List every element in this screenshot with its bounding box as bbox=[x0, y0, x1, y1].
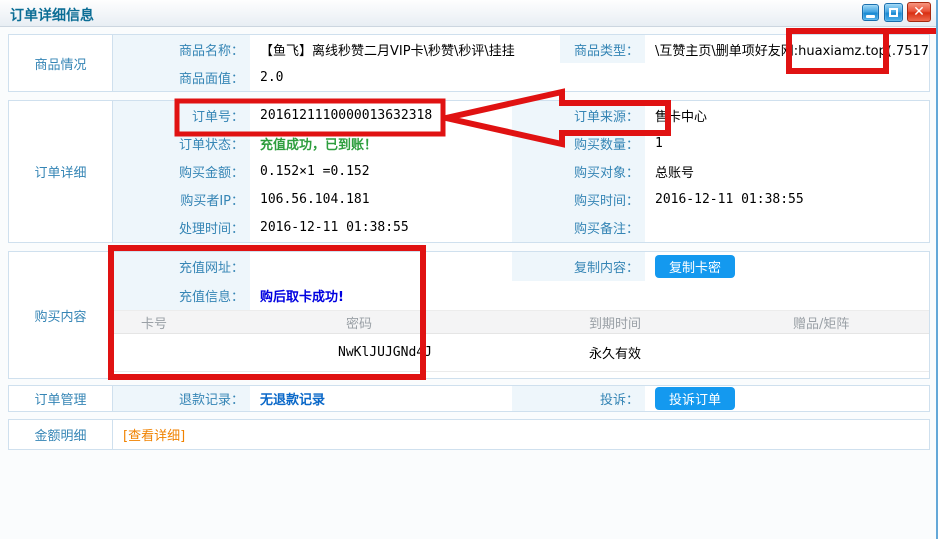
section-order-manage: 订单管理 退款记录： 无退款记录 投诉： 投诉订单 bbox=[8, 385, 930, 412]
buy-amount-value: 0.152×1 =0.152 bbox=[250, 164, 512, 179]
product-type-value: \互赞主页\删单项好友网:huaxiamz.top(.7517 bbox=[645, 40, 929, 59]
buy-qty-value: 1 bbox=[645, 136, 929, 151]
section-order-detail: 订单详细 订单号： 2016121110000013632318 订单来源： 售… bbox=[8, 100, 930, 243]
order-no-label: 订单号： bbox=[113, 101, 250, 129]
section-amount-detail: 金额明细 [查看详细] bbox=[8, 419, 930, 450]
product-face-value: 2.0 bbox=[250, 70, 929, 85]
buy-amount-label: 购买金额： bbox=[113, 157, 250, 185]
order-no-value: 2016121110000013632318 bbox=[250, 108, 512, 123]
buy-time-label: 购买时间： bbox=[512, 186, 645, 214]
recharge-url-label: 充值网址： bbox=[113, 252, 250, 281]
order-source-value: 售卡中心 bbox=[645, 106, 929, 125]
buy-time-value: 2016-12-11 01:38:55 bbox=[645, 192, 929, 207]
copy-content-label: 复制内容： bbox=[512, 252, 645, 281]
process-time-value: 2016-12-11 01:38:55 bbox=[250, 220, 512, 235]
section-manage-label: 订单管理 bbox=[9, 386, 113, 411]
buy-remark-label: 购买备注： bbox=[512, 214, 645, 242]
product-type-label: 商品类型： bbox=[560, 35, 645, 63]
section-amount-label: 金额明细 bbox=[9, 420, 113, 449]
gift-header: 赠品/矩阵 bbox=[765, 313, 929, 332]
section-purchase-label: 购买内容 bbox=[9, 252, 113, 378]
window-title: 订单详细信息 bbox=[10, 5, 94, 25]
section-order-label: 订单详细 bbox=[9, 101, 113, 242]
refund-record-value: 无退款记录 bbox=[250, 389, 512, 408]
order-status-value: 充值成功，已到账！ bbox=[250, 134, 512, 153]
maximize-icon bbox=[889, 8, 898, 17]
complaint-label: 投诉： bbox=[512, 386, 645, 411]
card-table-header: 卡号 密码 到期时间 赠品/矩阵 bbox=[113, 310, 929, 334]
close-button[interactable]: ✕ bbox=[907, 2, 931, 22]
recharge-info-label: 充值信息： bbox=[113, 281, 250, 310]
password-cell: NwKlJUJGNd4J bbox=[318, 345, 561, 360]
section-product: 商品情况 商品名称： 【鱼飞】离线秒赞二月VIP卡\秒赞\秒评\挂挂 商品类型：… bbox=[8, 34, 930, 92]
maximize-button[interactable] bbox=[884, 3, 903, 22]
buy-qty-label: 购买数量： bbox=[512, 129, 645, 157]
recharge-info-value: 购后取卡成功! bbox=[250, 286, 929, 305]
section-purchase-content: 购买内容 充值网址： 复制内容： 复制卡密 充值信息： 购后取卡成功! 卡号 密… bbox=[8, 251, 930, 379]
order-source-label: 订单来源： bbox=[512, 101, 645, 129]
section-product-label: 商品情况 bbox=[9, 35, 113, 91]
copy-card-button[interactable]: 复制卡密 bbox=[655, 255, 735, 278]
buy-target-value: 总账号 bbox=[645, 162, 929, 181]
minimize-button[interactable] bbox=[862, 4, 879, 21]
process-time-label: 处理时间： bbox=[113, 214, 250, 242]
expire-cell: 永久有效 bbox=[561, 343, 765, 362]
order-detail-window: 订单详细信息 ✕ 商品情况 商品名称： 【鱼飞】离线秒赞二月VIP卡\秒赞\秒评… bbox=[0, 0, 938, 539]
product-face-label: 商品面值： bbox=[113, 63, 250, 91]
product-name-label: 商品名称： bbox=[113, 35, 250, 63]
password-header: 密码 bbox=[318, 313, 561, 332]
titlebar: 订单详细信息 ✕ bbox=[0, 0, 936, 27]
complain-order-button[interactable]: 投诉订单 bbox=[655, 387, 735, 410]
order-status-label: 订单状态： bbox=[113, 129, 250, 157]
close-icon: ✕ bbox=[913, 5, 925, 19]
product-name-value: 【鱼飞】离线秒赞二月VIP卡\秒赞\秒评\挂挂 bbox=[250, 40, 560, 59]
buyer-ip-label: 购买者IP： bbox=[113, 186, 250, 214]
card-no-header: 卡号 bbox=[113, 313, 318, 332]
expire-header: 到期时间 bbox=[561, 313, 765, 332]
refund-record-label: 退款记录： bbox=[113, 386, 250, 411]
minimize-icon bbox=[866, 15, 875, 18]
buy-target-label: 购买对象： bbox=[512, 157, 645, 185]
view-detail-link[interactable]: [查看详细] bbox=[113, 425, 185, 444]
card-table-row: NwKlJUJGNd4J 永久有效 bbox=[113, 334, 929, 372]
buyer-ip-value: 106.56.104.181 bbox=[250, 192, 512, 207]
